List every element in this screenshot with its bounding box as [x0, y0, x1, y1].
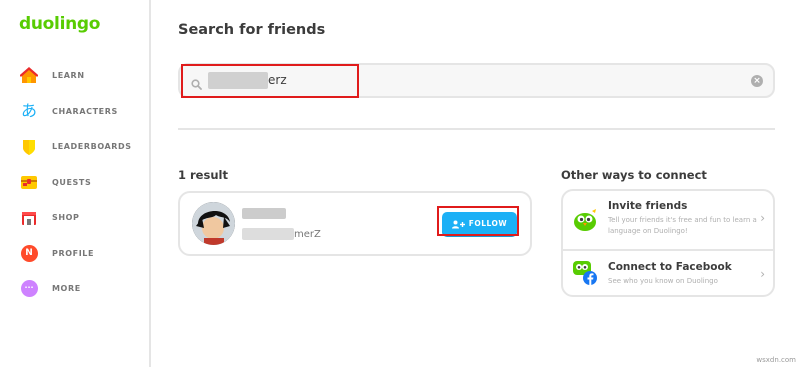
invite-friends-title: Invite friends [608, 200, 688, 212]
watermark: wsxdn.com [756, 356, 796, 364]
search-highlight-box [181, 64, 359, 98]
display-name-redacted [242, 208, 286, 219]
other-ways-title: Other ways to connect [561, 168, 707, 182]
sidebar-nav: LEARN あ CHARACTERS LEADERBOARDS QUESTS S… [0, 58, 149, 307]
duo-owl-icon [572, 208, 598, 236]
sidebar-item-label: QUESTS [52, 177, 92, 187]
sidebar-item-label: PROFILE [52, 248, 95, 258]
connect-facebook-row[interactable]: Connect to Facebook See who you know on … [563, 251, 773, 303]
connect-card: Invite friends Tell your friends it's fr… [561, 189, 775, 297]
shop-icon [20, 209, 38, 227]
sidebar-item-label: LEARN [52, 71, 85, 81]
hiragana-icon: あ [20, 102, 38, 120]
clear-icon[interactable]: × [751, 75, 763, 87]
more-dots: ··· [20, 280, 38, 298]
duolingo-logo[interactable]: duolingo [19, 14, 100, 34]
result-count: 1 result [178, 168, 228, 182]
invite-friends-row[interactable]: Invite friends Tell your friends it's fr… [563, 191, 773, 243]
sidebar-item-more[interactable]: ··· MORE [0, 271, 149, 307]
page-title: Search for friends [178, 22, 326, 38]
connect-facebook-desc: See who you know on Duolingo [608, 277, 718, 285]
sidebar-item-quests[interactable]: QUESTS [0, 165, 149, 201]
chevron-right-icon: › [760, 211, 765, 225]
shield-icon [20, 138, 38, 156]
profile-avatar-icon: N [20, 244, 38, 262]
facebook-icon [571, 259, 599, 291]
invite-friends-desc: Tell your friends it's free and fun to l… [608, 216, 757, 235]
sidebar-item-label: CHARACTERS [52, 106, 118, 116]
sidebar-item-leaderboards[interactable]: LEADERBOARDS [0, 129, 149, 165]
sidebar-item-characters[interactable]: あ CHARACTERS [0, 94, 149, 130]
username: merZ [294, 229, 321, 240]
divider [178, 128, 775, 130]
profile-initial: N [20, 244, 38, 262]
chevron-right-icon: › [760, 267, 765, 281]
sidebar-item-label: SHOP [52, 213, 80, 223]
treasure-chest-icon [20, 173, 38, 191]
avatar[interactable] [192, 202, 235, 245]
sidebar-item-shop[interactable]: SHOP [0, 200, 149, 236]
sidebar: duolingo LEARN あ CHARACTERS LEADERBOARDS… [0, 0, 151, 367]
sidebar-item-label: LEADERBOARDS [52, 142, 132, 152]
follow-highlight-box [437, 206, 519, 236]
more-icon: ··· [20, 280, 38, 298]
sidebar-item-profile[interactable]: N PROFILE [0, 236, 149, 272]
hiragana-glyph: あ [20, 101, 37, 121]
home-icon [20, 66, 38, 85]
connect-facebook-title: Connect to Facebook [608, 261, 732, 273]
sidebar-item-label: MORE [52, 284, 81, 294]
sidebar-item-learn[interactable]: LEARN [0, 58, 149, 94]
username-redacted [242, 228, 294, 240]
